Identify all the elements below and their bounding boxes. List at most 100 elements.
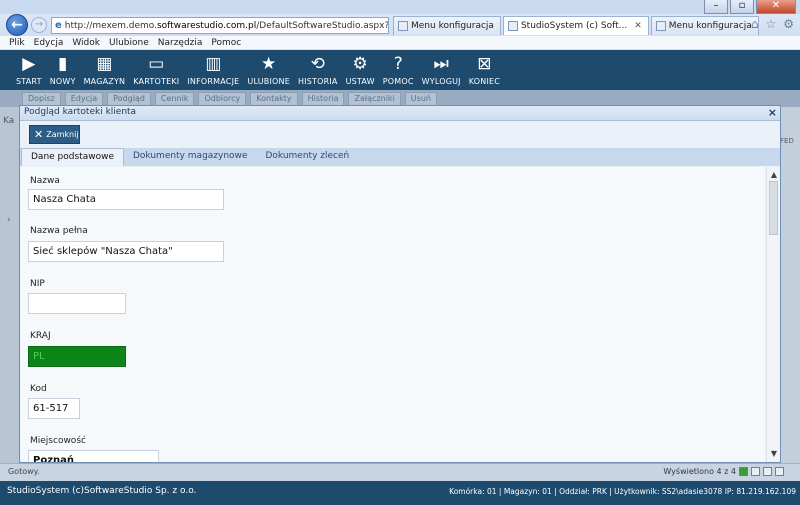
window-title-strip: – ▫ ✕ bbox=[0, 0, 800, 14]
app-status-bar: Gotowy. Wyświetlono 4 z 4 bbox=[0, 463, 800, 481]
tab-dane-podstawowe[interactable]: Dane podstawowe bbox=[21, 148, 124, 166]
tab-close-icon[interactable]: ✕ bbox=[634, 18, 642, 35]
menu-narzedzia[interactable]: Narzędzia bbox=[158, 36, 203, 49]
field-nip[interactable] bbox=[28, 293, 126, 314]
help-icon: ? bbox=[393, 54, 403, 74]
gear-icon: ⚙ bbox=[352, 54, 368, 74]
ie-favicon-icon: e bbox=[55, 20, 62, 31]
tab-dokumenty-magazynowe[interactable]: Dokumenty magazynowe bbox=[124, 148, 256, 166]
edit-icon[interactable] bbox=[751, 467, 760, 476]
btn-usun[interactable]: Usuń bbox=[404, 92, 437, 106]
field-nazwa[interactable]: Nasza Chata bbox=[28, 189, 224, 210]
toolbar-koniec[interactable]: ⊠ KONIEC bbox=[465, 50, 504, 90]
browser-right-tools: ⌂ ☆ ⚙ bbox=[751, 17, 794, 31]
toolbar-informacje[interactable]: ▥ INFORMACJE bbox=[183, 50, 243, 90]
scroll-up-icon[interactable]: ▲ bbox=[767, 169, 781, 181]
scroll-thumb[interactable] bbox=[769, 181, 778, 235]
toolbar-nowy[interactable]: ▮ NOWY bbox=[46, 50, 80, 90]
browser-nav-row: ← → e http://mexem.demo. softwarestudio.c… bbox=[0, 14, 800, 36]
menu-edycja[interactable]: Edycja bbox=[34, 36, 64, 49]
toolbar-label: START bbox=[16, 77, 42, 86]
warehouse-icon: ▦ bbox=[96, 54, 113, 74]
field-kraj[interactable]: PL bbox=[28, 346, 126, 367]
address-bar[interactable]: e http://mexem.demo. softwarestudio.com.p… bbox=[51, 17, 389, 34]
menu-pomoc[interactable]: Pomoc bbox=[211, 36, 241, 49]
browser-tab-3[interactable]: Menu konfiguracja bbox=[650, 16, 759, 35]
footer-company: StudioSystem (c)SoftwareStudio Sp. z o.o… bbox=[7, 486, 197, 496]
play-icon: ▶ bbox=[22, 54, 36, 74]
minimize-button[interactable]: – bbox=[704, 0, 728, 14]
settings-gear-icon[interactable]: ⚙ bbox=[783, 17, 794, 31]
forward-arrow-icon[interactable]: → bbox=[31, 17, 47, 33]
toolbar-wyloguj[interactable]: ⏭ WYLOGUJ bbox=[418, 50, 465, 90]
scroll-down-icon[interactable]: ▼ bbox=[767, 448, 781, 460]
btn-zalaczniki[interactable]: Załączniki bbox=[348, 92, 401, 106]
btn-dopisz[interactable]: Dopisz bbox=[22, 92, 61, 106]
toolbar-label: HISTORIA bbox=[297, 77, 338, 86]
modal-tabs: Dane podstawowe Dokumenty magazynowe Dok… bbox=[20, 148, 780, 166]
btn-kontakty[interactable]: Kontakty bbox=[250, 92, 298, 106]
btn-odbiorcy[interactable]: Odbiorcy bbox=[198, 92, 247, 106]
form-area: Nazwa Nasza Chata Nazwa pełna Sieć sklep… bbox=[21, 167, 765, 462]
delete-icon[interactable] bbox=[763, 467, 772, 476]
toolbar-label: WYLOGUJ bbox=[421, 77, 461, 86]
window-controls: – ▫ ✕ bbox=[704, 0, 796, 14]
tab-dokumenty-zlecen[interactable]: Dokumenty zleceń bbox=[256, 148, 358, 166]
toolbar-pomoc[interactable]: ? POMOC bbox=[379, 50, 418, 90]
label-kraj: KRAJ bbox=[30, 331, 51, 341]
btn-edycja[interactable]: Edycja bbox=[64, 92, 104, 106]
background-right-edge: FED bbox=[780, 107, 800, 463]
toolbar-historia[interactable]: ⟲ HISTORIA bbox=[294, 50, 342, 90]
bg-right-label: FED bbox=[780, 137, 794, 145]
browser-tab-label: Menu konfiguracja bbox=[411, 20, 494, 31]
maximize-button[interactable]: ▫ bbox=[730, 0, 754, 14]
url-host: softwarestudio.com.pl bbox=[156, 20, 257, 31]
browser-tab-label: Menu konfiguracja bbox=[668, 20, 752, 31]
toolbar-start[interactable]: ▶ START bbox=[12, 50, 46, 90]
refresh-status-icon[interactable] bbox=[775, 467, 784, 476]
monitor-icon: ▭ bbox=[148, 54, 165, 74]
footer-info: Komórka: 01 | Magazyn: 01 | Oddział: PRK… bbox=[449, 487, 796, 496]
home-icon[interactable]: ⌂ bbox=[751, 17, 759, 31]
url-prefix: http://mexem.demo. bbox=[64, 20, 157, 31]
browser-tab-2[interactable]: StudioSystem (c) Soft... ✕ bbox=[502, 16, 649, 35]
page-favicon-icon bbox=[655, 21, 666, 31]
modal-close-icon[interactable]: × bbox=[768, 106, 777, 119]
page-favicon-icon bbox=[398, 21, 408, 31]
field-kod[interactable]: 61-517 bbox=[28, 398, 80, 419]
favorites-star-icon[interactable]: ☆ bbox=[765, 17, 776, 31]
exit-icon: ⊠ bbox=[477, 54, 492, 74]
menu-plik[interactable]: Plik bbox=[9, 36, 25, 49]
history-icon: ⟲ bbox=[310, 54, 325, 74]
browser-tab-1[interactable]: Menu konfiguracja bbox=[393, 16, 501, 35]
menu-widok[interactable]: Widok bbox=[72, 36, 100, 49]
toolbar-label: INFORMACJE bbox=[187, 77, 240, 86]
zamknij-label: Zamknij bbox=[46, 130, 79, 139]
background-left-edge: Ka › bbox=[0, 107, 20, 463]
btn-cennik[interactable]: Cennik bbox=[154, 92, 195, 106]
btn-podglad[interactable]: Podgląd bbox=[107, 92, 151, 106]
document-icon: ▮ bbox=[57, 54, 68, 74]
label-nip: NIP bbox=[30, 279, 45, 289]
toolbar-ulubione[interactable]: ★ ULUBIONE bbox=[243, 50, 294, 90]
status-ready: Gotowy. bbox=[8, 467, 40, 476]
back-arrow-icon[interactable]: ← bbox=[6, 14, 28, 36]
label-kod: Kod bbox=[30, 384, 47, 394]
toolbar-label: ULUBIONE bbox=[247, 77, 290, 86]
client-card-modal: Podgląd kartoteki klienta × ✕ Zamknij Da… bbox=[19, 105, 781, 463]
close-window-button[interactable]: ✕ bbox=[756, 0, 796, 14]
toolbar-magazyn[interactable]: ▦ MAGAZYN bbox=[80, 50, 130, 90]
form-scrollbar[interactable]: ▲ ▼ bbox=[766, 167, 780, 462]
logout-icon: ⏭ bbox=[433, 54, 449, 74]
add-icon[interactable] bbox=[739, 467, 748, 476]
close-x-icon: ✕ bbox=[34, 128, 44, 141]
browser-menu-bar: Plik Edycja Widok Ulubione Narzędzia Pom… bbox=[0, 36, 800, 50]
toolbar-label: KARTOTEKI bbox=[133, 77, 180, 86]
menu-ulubione[interactable]: Ulubione bbox=[109, 36, 149, 49]
zamknij-button[interactable]: ✕ Zamknij bbox=[29, 125, 80, 144]
btn-historia[interactable]: Historia bbox=[301, 92, 345, 106]
field-nazwa-pelna[interactable]: Sieć sklepów "Nasza Chata" bbox=[28, 241, 224, 262]
field-miejscowosc[interactable]: Poznań bbox=[28, 450, 159, 462]
toolbar-ustaw[interactable]: ⚙ USTAW bbox=[342, 50, 379, 90]
toolbar-kartoteki[interactable]: ▭ KARTOTEKI bbox=[129, 50, 183, 90]
